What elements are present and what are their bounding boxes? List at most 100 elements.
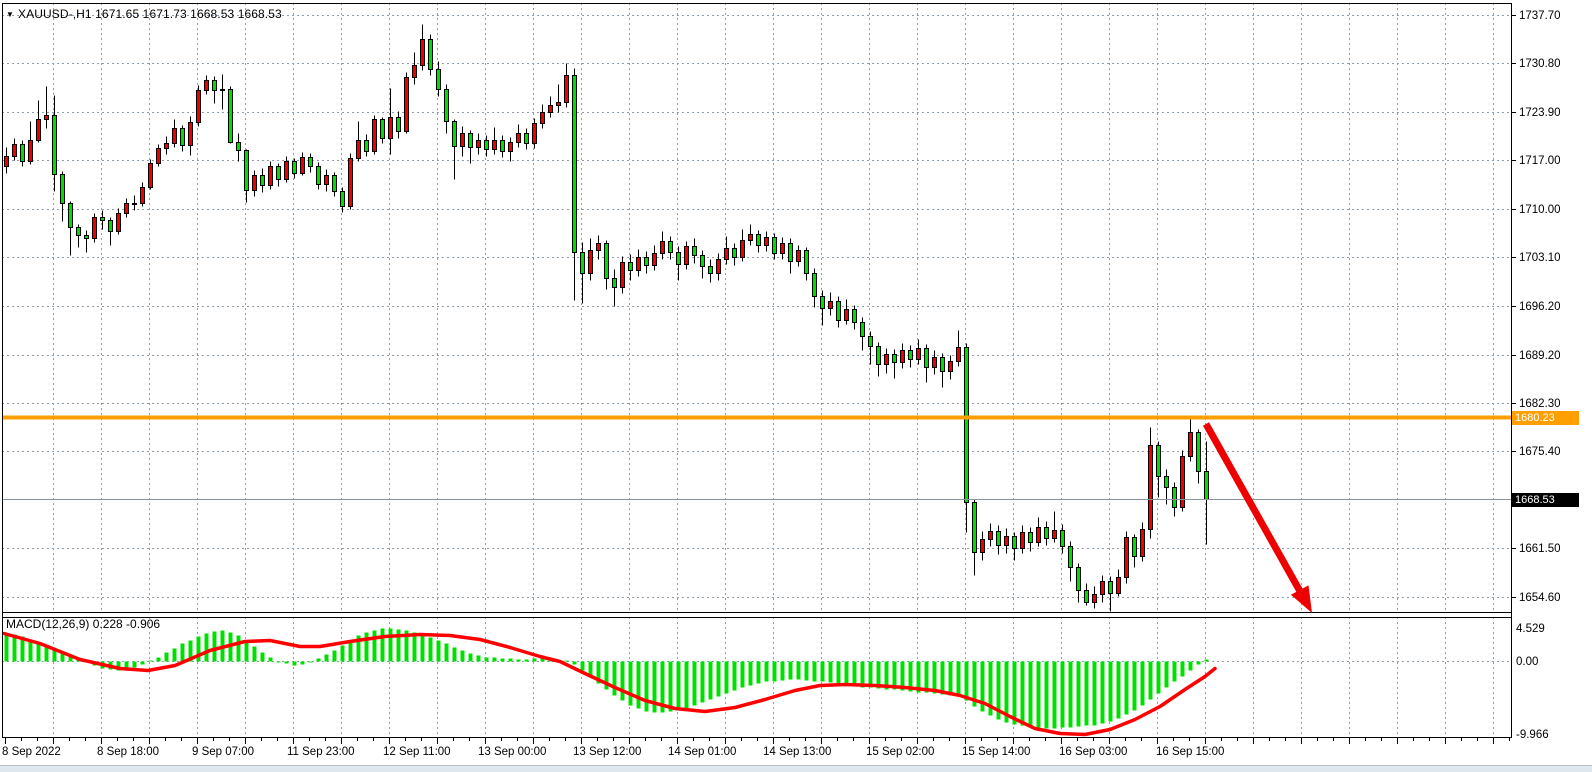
- macd-histogram-bar: [797, 662, 801, 680]
- candle: [173, 129, 177, 144]
- macd-histogram-bar: [141, 662, 145, 665]
- candle: [645, 258, 649, 266]
- macd-histogram-bar: [717, 662, 721, 697]
- candle: [1173, 488, 1177, 508]
- macd-histogram-bar: [805, 662, 809, 681]
- macd-histogram-bar: [333, 651, 337, 662]
- symbol-header[interactable]: ▼ XAUUSD-,H1 1671.65 1671.73 1668.53 1668…: [6, 7, 282, 21]
- candle: [197, 91, 201, 123]
- candle: [325, 176, 329, 185]
- macd-histogram-bar: [301, 662, 305, 665]
- window-bottom-strip: [0, 765, 1592, 772]
- time-axis-label: 9 Sep 07:00: [192, 746, 254, 758]
- macd-histogram-bar: [1085, 662, 1089, 726]
- candle: [805, 251, 809, 274]
- candle: [541, 113, 545, 124]
- time-axis-label: 8 Sep 18:00: [97, 746, 159, 758]
- candle: [1197, 433, 1201, 472]
- macd-histogram-bar: [773, 662, 777, 682]
- candle: [917, 349, 921, 360]
- candle: [5, 157, 9, 167]
- macd-axis-min-label: -9.966: [1516, 728, 1549, 742]
- candle: [53, 116, 57, 175]
- macd-histogram-bar: [469, 654, 473, 662]
- orange-level-badge: 1680.23: [1512, 411, 1579, 425]
- candle: [501, 141, 505, 152]
- macd-histogram-bar: [477, 656, 481, 662]
- time-axis-label: 16 Sep 03:00: [1059, 746, 1127, 758]
- macd-indicator-label: MACD(12,26,9) 0.228 -0.906: [6, 617, 160, 631]
- candle: [205, 81, 209, 91]
- candle: [677, 253, 681, 265]
- macd-histogram-bar: [757, 662, 761, 684]
- price-axis-label: 1654.60: [1519, 591, 1561, 605]
- candle: [653, 254, 657, 266]
- candle: [1149, 446, 1153, 530]
- candle: [965, 348, 969, 503]
- price-chart-canvas[interactable]: [0, 0, 1592, 772]
- macd-histogram-bar: [1133, 662, 1137, 711]
- candle: [133, 204, 137, 205]
- macd-histogram-bar: [437, 641, 441, 662]
- macd-histogram-bar: [493, 658, 497, 662]
- macd-histogram-bar: [1109, 662, 1113, 722]
- current-price-badge: 1668.53: [1512, 493, 1579, 507]
- macd-histogram-bar: [181, 644, 185, 662]
- macd-histogram-bar: [365, 633, 369, 662]
- candle: [725, 249, 729, 260]
- panel-gap: [3, 613, 1511, 617]
- price-axis-label: 1696.20: [1519, 300, 1561, 314]
- macd-histogram-bar: [693, 662, 697, 706]
- candle: [381, 120, 385, 139]
- macd-histogram-bar: [1061, 662, 1065, 728]
- candle: [365, 141, 369, 152]
- price-axis-label: 1710.00: [1519, 203, 1561, 217]
- macd-histogram-bar: [1181, 662, 1185, 677]
- macd-histogram-bar: [741, 662, 745, 688]
- macd-histogram-bar: [1053, 662, 1057, 729]
- candle: [845, 310, 849, 321]
- candle: [1133, 538, 1137, 557]
- candle: [309, 158, 313, 167]
- candle: [229, 90, 233, 143]
- symbol-ohlc-values: 1671.65 1671.73 1668.53 1668.53: [95, 7, 282, 21]
- macd-histogram-bar: [645, 662, 649, 712]
- macd-histogram-bar: [349, 641, 353, 662]
- candle: [989, 532, 993, 540]
- candle: [181, 129, 185, 146]
- macd-histogram-bar: [613, 662, 617, 696]
- candle: [301, 158, 305, 174]
- time-axis-label: 14 Sep 13:00: [763, 746, 831, 758]
- macd-histogram-bar: [37, 643, 41, 662]
- candle: [189, 123, 193, 146]
- candle: [933, 358, 937, 368]
- macd-axis-max-label: 4.529: [1516, 622, 1545, 636]
- candle: [333, 176, 337, 192]
- candle: [1101, 582, 1105, 595]
- macd-histogram-bar: [453, 648, 457, 662]
- candle: [397, 118, 401, 132]
- candle: [357, 141, 361, 159]
- candle: [125, 204, 129, 214]
- macd-histogram-bar: [157, 658, 161, 662]
- candle: [277, 167, 281, 180]
- candle: [669, 242, 673, 253]
- symbol-name: XAUUSD-,H1: [18, 7, 92, 21]
- macd-histogram-bar: [669, 662, 673, 712]
- macd-histogram-bar: [733, 662, 737, 691]
- candle: [869, 337, 873, 347]
- price-axis-label: 1661.50: [1519, 542, 1561, 556]
- macd-histogram-bar: [245, 642, 249, 662]
- macd-histogram-bar: [965, 662, 969, 701]
- candle: [757, 235, 761, 246]
- candle: [925, 349, 929, 368]
- macd-histogram-bar: [445, 644, 449, 662]
- candle: [973, 503, 977, 553]
- macd-histogram-bar: [821, 662, 825, 682]
- time-axis-label: 11 Sep 23:00: [287, 746, 355, 758]
- macd-signal-line: [4, 634, 1215, 735]
- candle: [237, 143, 241, 151]
- chevron-down-icon[interactable]: ▼: [6, 10, 14, 19]
- macd-histogram-bar: [637, 662, 641, 709]
- macd-histogram-bar: [309, 662, 313, 663]
